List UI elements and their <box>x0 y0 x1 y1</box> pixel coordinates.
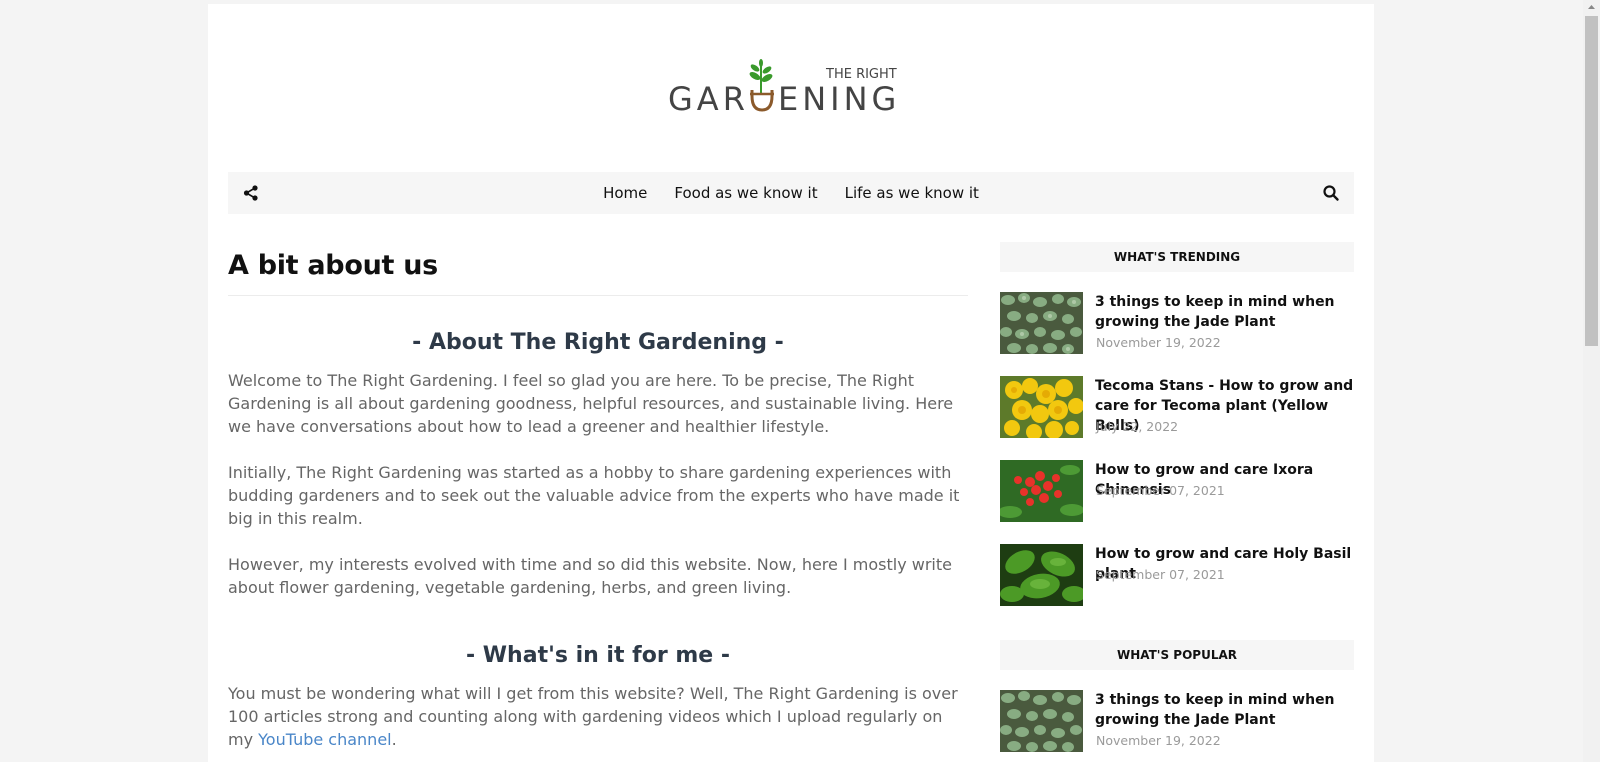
trending-post[interactable]: 3 things to keep in mind when growing th… <box>1000 292 1354 376</box>
trending-post[interactable]: Tecoma Stans - How to grow and care for … <box>1000 376 1354 460</box>
search-icon[interactable] <box>1322 184 1340 202</box>
popular-list: 3 things to keep in mind when growing th… <box>1000 670 1354 762</box>
page-container: THE RIGHT GAR ENING Home Food as we know… <box>208 4 1374 762</box>
trending-post-title[interactable]: 3 things to keep in mind when growing th… <box>1095 292 1354 332</box>
popular-post-date: November 19, 2022 <box>1096 733 1221 748</box>
trending-post-date: September 07, 2021 <box>1096 483 1225 498</box>
sidebar: WHAT'S TRENDING 3 things to keep in mind… <box>1000 242 1354 762</box>
section-heading-whats-in-it: - What's in it for me - <box>466 643 730 668</box>
title-divider <box>228 295 968 296</box>
jade-plant-thumbnail[interactable] <box>1000 690 1083 752</box>
trending-post[interactable]: How to grow and care Ixora Chinensis Sep… <box>1000 460 1354 544</box>
trending-post[interactable]: How to grow and care Holy Basil plant Se… <box>1000 544 1354 628</box>
ixora-thumbnail[interactable] <box>1000 460 1083 522</box>
trending-widget-title: WHAT'S TRENDING <box>1000 242 1354 272</box>
popular-post-title[interactable]: 3 things to keep in mind when growing th… <box>1095 690 1354 730</box>
section-heading-about: - About The Right Gardening - <box>412 330 784 355</box>
about-paragraph-1: Welcome to The Right Gardening. I feel s… <box>228 371 954 436</box>
scrollbar-thumb[interactable] <box>1585 16 1598 346</box>
about-paragraph-2: Initially, The Right Gardening was start… <box>228 463 960 528</box>
logo-graphic: THE RIGHT GAR ENING <box>668 59 900 118</box>
whats-in-it-paragraph: You must be wondering what will I get fr… <box>228 682 968 751</box>
tecoma-thumbnail[interactable] <box>1000 376 1083 438</box>
main-content: A bit about us - About The Right Gardeni… <box>228 240 968 762</box>
paragraph-end: . <box>391 730 397 749</box>
youtube-channel-link[interactable]: YouTube channel <box>258 730 391 749</box>
about-paragraph-3: However, my interests evolved with time … <box>228 555 952 597</box>
holy-basil-thumbnail[interactable] <box>1000 544 1083 606</box>
svg-text:ENING: ENING <box>778 80 900 118</box>
svg-text:GAR: GAR <box>668 80 749 118</box>
popular-post[interactable]: 3 things to keep in mind when growing th… <box>1000 690 1354 762</box>
nav-item-life[interactable]: Life as we know it <box>845 184 979 202</box>
popular-widget-title: WHAT'S POPULAR <box>1000 640 1354 670</box>
trending-list: 3 things to keep in mind when growing th… <box>1000 272 1354 628</box>
page-title: A bit about us <box>228 250 438 281</box>
page-scrollbar[interactable] <box>1583 0 1600 762</box>
trending-post-date: November 19, 2022 <box>1096 335 1221 350</box>
site-logo[interactable]: THE RIGHT GAR ENING <box>668 56 918 118</box>
scroll-up-arrow-icon[interactable] <box>1583 0 1600 14</box>
trending-post-date: July 22, 2022 <box>1096 419 1179 434</box>
sprout-icon <box>749 59 773 94</box>
nav-item-food[interactable]: Food as we know it <box>674 184 817 202</box>
main-navigation: Home Food as we know it Life as we know … <box>228 172 1354 214</box>
nav-links: Home Food as we know it Life as we know … <box>228 172 1354 214</box>
jade-plant-thumbnail[interactable] <box>1000 292 1083 354</box>
nav-item-home[interactable]: Home <box>603 184 647 202</box>
trending-post-date: September 07, 2021 <box>1096 567 1225 582</box>
